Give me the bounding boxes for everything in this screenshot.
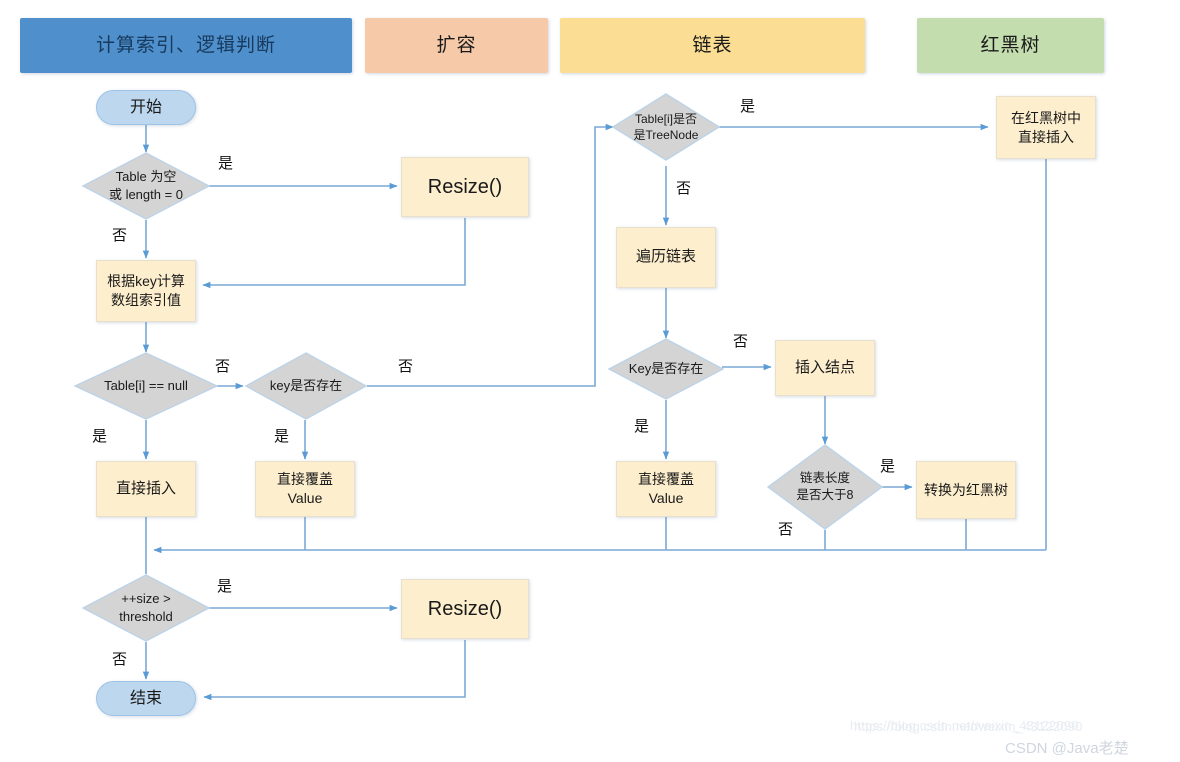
edge-label-size-no: 否 — [112, 651, 128, 668]
column-header-resize: 扩容 — [365, 18, 548, 73]
node-end: 结束 — [96, 681, 196, 716]
watermark-url-ghost: https://blog.csdn.net/weixin_43122090 — [854, 718, 1083, 734]
node-overwrite-value-left: 直接覆盖 Value — [255, 461, 355, 517]
node-table-i-null: Table[i] == null — [74, 352, 218, 420]
node-size-threshold: ++size > threshold — [82, 574, 210, 642]
node-table-i-null-label: Table[i] == null — [104, 378, 188, 394]
edge-label-treenode-no: 否 — [676, 180, 692, 197]
edge-label-table-empty-no: 否 — [112, 227, 128, 244]
edge-label-key-exists-list-no: 否 — [733, 333, 749, 350]
node-overwrite-value-left-label: 直接覆盖 Value — [277, 471, 333, 506]
node-convert-to-tree: 转换为红黑树 — [916, 461, 1016, 519]
node-resize-top-label: Resize() — [427, 175, 503, 198]
node-size-threshold-label: ++size > threshold — [119, 591, 173, 624]
node-overwrite-value-mid: 直接覆盖 Value — [616, 461, 716, 517]
node-end-label: 结束 — [129, 689, 162, 707]
edge-label-treenode-yes: 是 — [740, 98, 756, 115]
column-header-resize-label: 扩容 — [436, 34, 477, 56]
node-insert-in-rbtree-label: 在红黑树中 直接插入 — [1011, 109, 1081, 145]
node-insert-node: 插入结点 — [775, 340, 875, 396]
node-key-exists-list-label: Key是否存在 — [628, 361, 704, 377]
edge-label-table-i-null-no: 否 — [215, 358, 231, 375]
column-header-linked-list-label: 链表 — [692, 34, 733, 56]
node-start: 开始 — [96, 90, 196, 125]
watermark-url: https://blog.csdn.net/weixin_43122090 ht… — [850, 718, 1082, 734]
node-is-treenode-label: Table[i]是否 是TreeNode — [633, 111, 699, 142]
node-start-label: 开始 — [129, 98, 162, 116]
edge-label-length-no: 否 — [778, 521, 794, 538]
edge-label-key-exists-no: 否 — [398, 358, 414, 375]
edge-label-key-exists-list-yes: 是 — [634, 418, 650, 435]
edge-resize-top-to-calc — [202, 218, 466, 289]
column-header-linked-list: 链表 — [560, 18, 865, 73]
node-table-empty-label: Table 为空 或 length = 0 — [108, 169, 184, 202]
node-convert-to-tree-label: 转换为红黑树 — [924, 481, 1008, 498]
column-header-index-logic-label: 计算索引、逻辑判断 — [95, 34, 276, 56]
edge-label-size-yes: 是 — [217, 578, 233, 595]
watermark-credit: CSDN @Java老楚 — [1005, 737, 1129, 758]
node-overwrite-value-mid-label: 直接覆盖 Value — [638, 471, 694, 506]
edge-label-table-i-null-yes: 是 — [92, 428, 108, 445]
node-insert-direct: 直接插入 — [96, 461, 196, 517]
node-traverse-list-label: 遍历链表 — [635, 248, 696, 266]
column-header-red-black-tree: 红黑树 — [917, 18, 1104, 73]
node-key-exists-list: Key是否存在 — [608, 338, 724, 400]
node-list-length-gt8-label: 链表长度 是否大于8 — [796, 471, 854, 502]
node-resize-top: Resize() — [401, 157, 529, 217]
column-header-index-logic: 计算索引、逻辑判断 — [20, 18, 352, 73]
node-calc-index: 根据key计算 数组索引值 — [96, 260, 196, 322]
node-resize-bottom: Resize() — [401, 579, 529, 639]
edge-label-table-empty-yes: 是 — [218, 155, 234, 172]
node-insert-direct-label: 直接插入 — [115, 479, 176, 497]
node-insert-node-label: 插入结点 — [794, 358, 855, 376]
edge-label-length-yes: 是 — [880, 458, 896, 475]
edge-label-key-exists-yes: 是 — [274, 428, 290, 445]
column-header-red-black-tree-label: 红黑树 — [980, 34, 1041, 56]
edge-resize-bottom-to-end — [203, 640, 466, 701]
node-resize-bottom-label: Resize() — [427, 597, 503, 620]
node-key-exists: key是否存在 — [245, 352, 367, 420]
node-insert-in-rbtree: 在红黑树中 直接插入 — [996, 96, 1096, 159]
node-calc-index-label: 根据key计算 数组索引值 — [107, 273, 185, 308]
node-traverse-list: 遍历链表 — [616, 227, 716, 288]
node-key-exists-label: key是否存在 — [269, 378, 343, 394]
watermark-credit-text: CSDN @Java老楚 — [1005, 740, 1129, 757]
node-table-empty: Table 为空 或 length = 0 — [82, 152, 210, 220]
node-is-treenode: Table[i]是否 是TreeNode — [612, 93, 720, 161]
flowchart-canvas: Resize() top --> 根据key计算 --> key是否存在 -->… — [0, 0, 1180, 762]
